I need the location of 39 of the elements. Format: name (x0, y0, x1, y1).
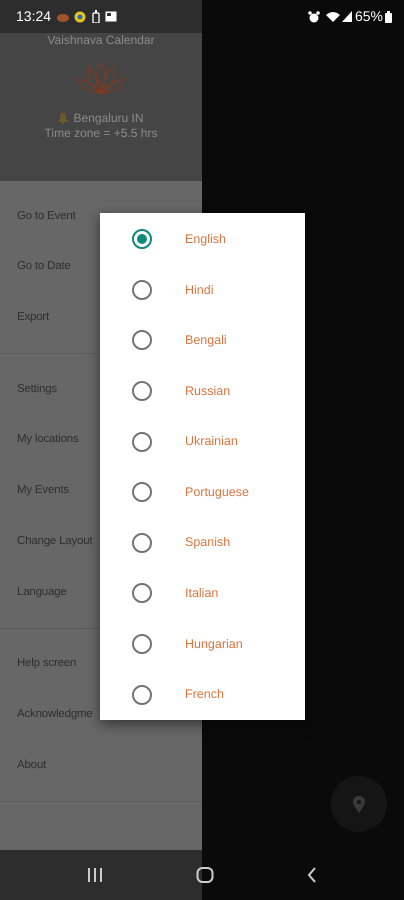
bell-icon (58, 112, 68, 124)
notification-icon (74, 10, 86, 22)
drawer-item[interactable]: About (0, 740, 202, 791)
home-icon (196, 866, 214, 884)
radio-button[interactable] (132, 330, 152, 350)
location-text: Bengaluru IN (73, 110, 144, 126)
location-pin-icon (353, 796, 365, 812)
lotus-logo (76, 60, 126, 95)
language-option[interactable]: Portuguese (100, 466, 305, 518)
radio-button[interactable] (132, 634, 152, 654)
language-option[interactable]: Spanish (100, 518, 305, 568)
radio-button[interactable] (132, 432, 152, 452)
wifi-icon (326, 11, 340, 22)
image-icon (105, 11, 118, 22)
radio-button[interactable] (132, 229, 152, 250)
radio-button[interactable] (132, 482, 152, 502)
timezone-text: Time zone = +5.5 hrs (44, 126, 158, 142)
recent-apps-icon (86, 867, 103, 883)
radio-button[interactable] (132, 583, 152, 604)
language-option[interactable]: English (100, 214, 305, 265)
app-title: Vaishnava Calendar (47, 33, 155, 49)
battery-icon (385, 10, 392, 22)
back-icon (307, 867, 318, 883)
language-option[interactable]: Italian (100, 568, 305, 619)
signal-icon (342, 11, 352, 22)
language-option[interactable]: Hungarian (100, 618, 305, 670)
radio-button[interactable] (132, 684, 152, 705)
language-option[interactable]: Hindi (100, 264, 305, 316)
radio-button[interactable] (132, 381, 152, 402)
notification-icon (92, 10, 100, 23)
language-option[interactable]: Russian (100, 366, 305, 416)
radio-button[interactable] (132, 532, 152, 553)
language-option[interactable]: French (100, 669, 305, 720)
language-option[interactable]: Ukrainian (100, 416, 305, 467)
clock-text: 13:24 (16, 7, 52, 26)
language-option[interactable]: Bengali (100, 315, 305, 366)
battery-text: 65% (354, 7, 383, 26)
radio-button[interactable] (132, 280, 152, 300)
notification-icon (56, 12, 70, 22)
